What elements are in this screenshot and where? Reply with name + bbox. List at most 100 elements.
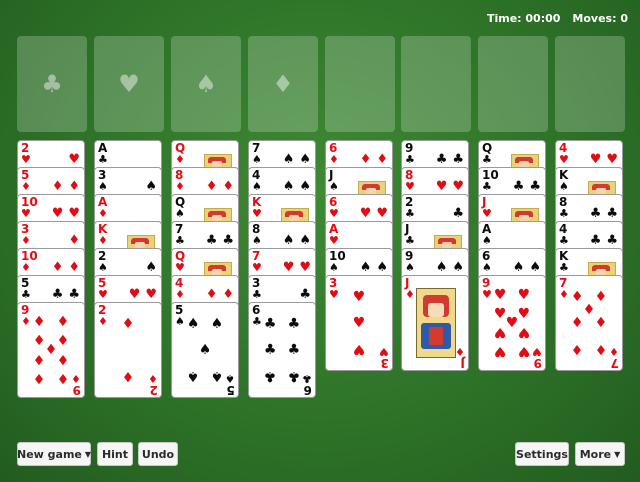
diamond-icon: ♦ [98,207,108,220]
pip-row: ♥ ♥ [129,288,157,301]
heart-icon: ♥ [482,288,492,301]
card-corner: 7 ♣ [175,223,185,247]
card-corner: Q ♦ [175,142,185,166]
card-corner: 2 ♥ [21,142,31,166]
face-card-art [416,288,456,358]
diamond-icon: ♦ [121,368,135,385]
heart-icon: ♥ [282,260,295,275]
heart-icon: ♥ [145,287,157,302]
pip-row: ♠ ♠ [513,261,541,274]
club-icon: ♣ [263,342,277,358]
heart-icon: ♥ [128,287,141,302]
card-6-of-clubs[interactable]: 6 ♣ ♣ ♣ ♣ ♣ ♣ ♣ 6 ♣ [248,302,316,398]
pip-row: ♣ [452,207,464,220]
pip-row: ♥ ♥ [590,153,618,166]
heart-icon: ♥ [252,207,262,220]
moves-counter: Moves: 0 [572,12,628,25]
heart-icon: ♥ [379,345,389,358]
hint-button[interactable]: Hint [97,442,133,466]
card-corner: 3 ♣ [252,277,262,301]
card-corner: 8 ♠ [252,223,262,247]
card-corner: 4 ♠ [252,169,262,193]
diamond-icon: ♦ [570,288,584,305]
foundation-slot[interactable]: ♦ [248,36,318,132]
foundation-slot[interactable]: ♥ [94,36,164,132]
card-9-of-hearts[interactable]: 9 ♥ ♥ ♥ ♥ ♥ ♥ ♥ ♥ ♥ ♥ 9 ♥ [478,275,546,371]
card-corner: 10 ♦ [21,250,38,274]
diamond-icon: ♦ [570,341,584,358]
spade-icon: ♠ [482,234,492,247]
card-corner: 9 ♦ [21,304,31,328]
pip-row: ♠ ♠ [283,234,311,247]
more-button[interactable]: More ▼ [575,442,625,466]
card-j-of-diamonds[interactable]: J ♦ J ♦ [401,275,469,371]
card-2-of-diamonds[interactable]: 2 ♦ ♦ ♦ 2 ♦ [94,302,162,398]
spade-icon: ♠ [175,315,185,328]
new-game-button[interactable]: New game ▼ [17,442,91,466]
status-bar: Time: 00:00 Moves: 0 [487,12,628,25]
card-corner: J ♥ [482,196,492,220]
diamond-icon: ♦ [405,288,415,301]
freecell-slot[interactable] [478,36,548,132]
diamond-icon: ♦ [205,179,218,194]
foundation-slot[interactable]: ♣ [17,36,87,132]
heart-icon: ♥ [98,288,108,301]
spade-icon: ♠ [195,70,217,98]
card-corner: 5 ♥ [98,277,108,301]
freecell-slot[interactable] [555,36,625,132]
spade-icon: ♠ [252,153,262,166]
card-7-of-diamonds[interactable]: 7 ♦ ♦ ♦ ♦ ♦ ♦ ♦ ♦ 7 ♦ [555,275,623,371]
spade-icon: ♠ [482,261,492,274]
caret-down-icon: ▼ [84,449,92,459]
pip-row: ♣ ♣ [590,234,618,247]
diamond-icon: ♦ [71,372,81,385]
freecell-slot[interactable] [401,36,471,132]
heart-icon: ♥ [21,153,31,166]
spade-icon: ♠ [329,261,339,274]
heart-icon: ♥ [532,345,542,358]
club-icon: ♣ [452,152,464,167]
card-rank: J [460,356,465,370]
diamond-icon: ♦ [175,153,185,166]
spade-icon: ♠ [329,180,339,193]
heart-icon: ♥ [329,234,339,247]
card-5-of-spades[interactable]: 5 ♠ ♠ ♠ ♠ ♠ ♠ 5 ♠ [171,302,239,398]
pip-row: ♦ ♦ [206,180,234,193]
freecell-slot[interactable] [325,36,395,132]
club-icon: ♣ [559,207,569,220]
card-corner: A ♦ [98,196,108,220]
card-corner: 8 ♥ [405,169,415,193]
card-9-of-diamonds[interactable]: 9 ♦ ♦ ♦ ♦ ♦ ♦ ♦ ♦ ♦ ♦ 9 ♦ [17,302,85,398]
card-corner: 5 ♠ [175,304,185,328]
club-icon: ♣ [51,287,64,302]
spade-icon: ♠ [210,315,224,332]
foundation-slot[interactable]: ♠ [171,36,241,132]
card-corner: 4 ♦ [175,277,185,301]
diamond-icon: ♦ [68,233,80,248]
card-rank: 6 [303,383,312,397]
card-corner: 9 ♣ [405,142,415,166]
pip-row: ♥ ♥ [360,207,388,220]
face-card-art [281,208,309,221]
card-corner: K ♦ [98,223,108,247]
club-icon: ♣ [287,342,301,358]
card-corner: 3 ♠ [98,169,108,193]
settings-button[interactable]: Settings [515,442,569,466]
card-3-of-hearts[interactable]: 3 ♥ ♥ ♥ ♥ 3 ♥ [325,275,393,371]
timer: Time: 00:00 [486,12,561,25]
heart-icon: ♥ [517,343,531,360]
card-corner-bottom: J ♦ [455,345,465,370]
undo-button[interactable]: Undo [138,442,178,466]
pip-row: ♥ ♥ [436,180,464,193]
heart-icon: ♥ [175,261,185,274]
face-card-art [511,154,539,167]
spade-icon: ♠ [98,180,108,193]
diamond-icon: ♦ [175,288,185,301]
card-corner-bottom: 9 ♦ [71,372,81,397]
card-corner: A ♣ [98,142,108,166]
club-icon: ♣ [606,233,618,248]
card-corner: 6 ♣ [252,304,262,328]
club-icon: ♣ [405,153,415,166]
club-icon: ♣ [98,153,108,166]
club-icon: ♣ [252,288,262,301]
